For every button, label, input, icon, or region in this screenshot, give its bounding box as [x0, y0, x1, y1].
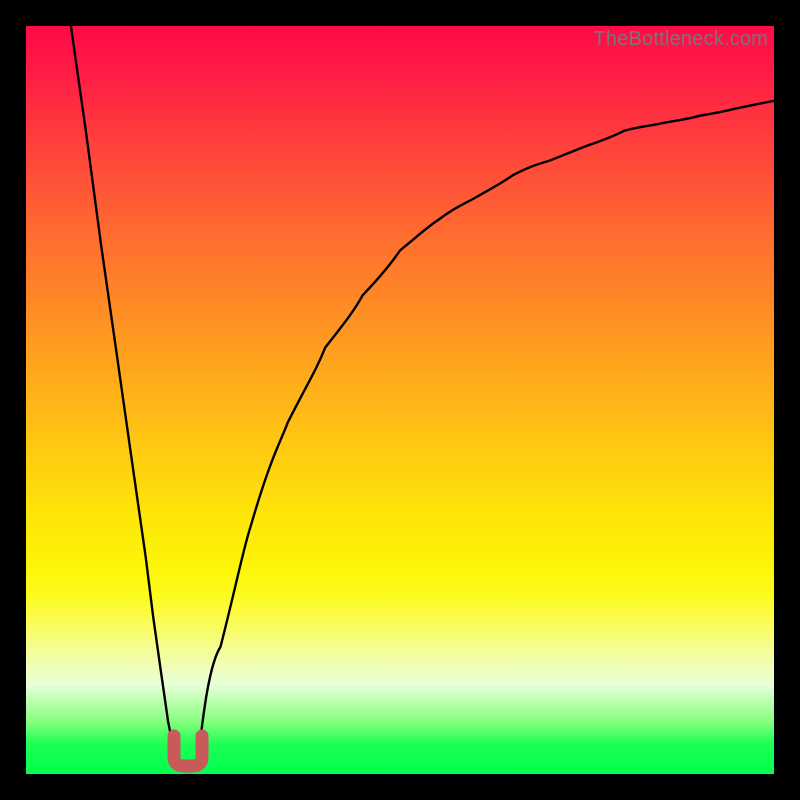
curve-right-branch: [198, 101, 774, 759]
chart-frame: TheBottleneck.com: [0, 0, 800, 800]
plot-area: TheBottleneck.com: [26, 26, 774, 774]
curves-layer: [26, 26, 774, 774]
watermark-text: TheBottleneck.com: [593, 28, 768, 51]
curve-left-branch: [71, 26, 176, 759]
minimum-marker: [174, 736, 202, 766]
